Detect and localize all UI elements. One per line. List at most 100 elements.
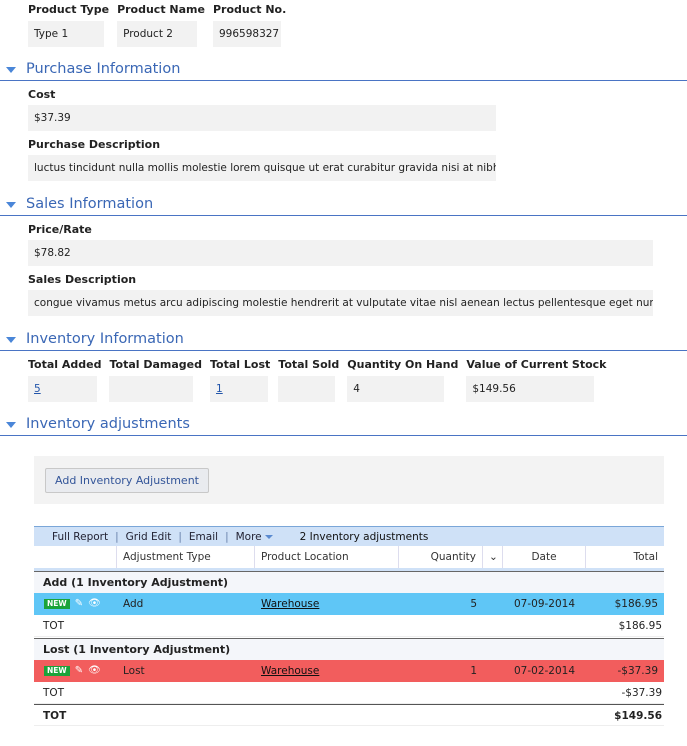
row-total: $186.95 xyxy=(614,598,658,610)
row-date: 07-02-2014 xyxy=(513,665,576,677)
grand-total-value: $149.56 xyxy=(614,710,662,722)
add-adjustment-panel: Add Inventory Adjustment xyxy=(34,456,664,504)
purchase-section-header[interactable]: Purchase Information xyxy=(0,61,687,81)
row-total: -$37.39 xyxy=(617,665,658,677)
group-total-row: TOT $186.95 xyxy=(34,615,664,637)
product-type-field: Product Type Type 1 xyxy=(28,3,109,47)
total-damaged-field: Total Damaged xyxy=(109,358,202,402)
quantity-on-hand-value: 4 xyxy=(347,376,445,402)
product-no-value: 996598327 xyxy=(212,21,281,47)
sales-description-value: congue vivamus metus arcu adipiscing mol… xyxy=(28,290,653,316)
purchase-description-label: Purchase Description xyxy=(28,138,161,151)
header-date[interactable]: Date xyxy=(503,546,586,568)
adjustment-count: 2 Inventory adjustments xyxy=(299,530,429,543)
stock-value-field: Value of Current Stock $149.56 xyxy=(466,358,606,402)
collapse-triangle-icon[interactable] xyxy=(6,422,16,428)
sort-chevron-down-icon[interactable]: ⌄ xyxy=(483,546,503,568)
edit-pencil-icon[interactable]: ✎ xyxy=(75,660,83,682)
table-row[interactable]: NEW ✎ 👁 Lost Warehouse 1 07-02-2014 -$37.3… xyxy=(34,660,664,682)
header-adjustment-type[interactable]: Adjustment Type xyxy=(117,546,255,568)
total-lost-label: Total Lost xyxy=(210,358,271,371)
header-quantity[interactable]: Quantity xyxy=(399,546,483,568)
grid-header: Adjustment Type Product Location Quantit… xyxy=(34,546,664,571)
group-total-value: $186.95 xyxy=(618,620,662,632)
adjustments-grid: Full Report | Grid Edit | Email | More 2… xyxy=(34,526,664,726)
row-date: 07-09-2014 xyxy=(513,598,576,610)
group-total-label: TOT xyxy=(43,687,65,699)
sales-section-header[interactable]: Sales Information xyxy=(0,196,687,216)
adjustments-section-header[interactable]: Inventory adjustments xyxy=(0,416,687,436)
total-sold-label: Total Sold xyxy=(278,358,340,371)
row-spacer xyxy=(483,660,503,682)
stock-value-value: $149.56 xyxy=(466,376,595,402)
total-damaged-value xyxy=(109,376,194,402)
row-adjustment-type: Lost xyxy=(123,665,145,677)
more-label: More xyxy=(235,530,262,543)
product-name-label: Product Name xyxy=(117,3,205,16)
view-eye-icon[interactable]: 👁 xyxy=(88,593,101,615)
product-no-label: Product No. xyxy=(212,3,287,16)
cost-value: $37.39 xyxy=(28,105,496,131)
group-header-add: Add (1 Inventory Adjustment) xyxy=(34,571,664,593)
product-no-field: Product No. 996598327 xyxy=(212,3,287,47)
group-total-label: TOT xyxy=(43,620,65,632)
row-location-link[interactable]: Warehouse xyxy=(261,598,319,610)
row-actions: NEW ✎ 👁 xyxy=(34,593,117,615)
product-name-field: Product Name Product 2 xyxy=(117,3,205,47)
grid-edit-link[interactable]: Grid Edit xyxy=(119,531,179,543)
product-name-value: Product 2 xyxy=(117,21,198,47)
quantity-on-hand-field: Quantity On Hand 4 xyxy=(347,358,458,402)
edit-pencil-icon[interactable]: ✎ xyxy=(75,593,83,615)
total-added-label: Total Added xyxy=(28,358,102,371)
purchase-section-title: Purchase Information xyxy=(26,61,181,77)
collapse-triangle-icon[interactable] xyxy=(6,202,16,208)
grand-total-row: TOT $149.56 xyxy=(34,704,664,726)
email-link[interactable]: Email xyxy=(182,531,225,543)
table-row[interactable]: NEW ✎ 👁 Add Warehouse 5 07-09-2014 $186.95 xyxy=(34,593,664,615)
row-quantity: 5 xyxy=(470,598,477,610)
inventory-section-header[interactable]: Inventory Information xyxy=(0,331,687,351)
total-sold-value xyxy=(278,376,336,402)
total-added-field: Total Added 5 xyxy=(28,358,101,402)
more-menu[interactable]: More xyxy=(229,531,280,543)
total-added-link[interactable]: 5 xyxy=(34,383,41,395)
sales-section-title: Sales Information xyxy=(26,196,154,212)
row-spacer xyxy=(483,593,503,615)
header-product-location[interactable]: Product Location xyxy=(255,546,399,568)
sales-description-label: Sales Description xyxy=(28,273,137,286)
group-header-lost: Lost (1 Inventory Adjustment) xyxy=(34,638,664,660)
row-actions: NEW ✎ 👁 xyxy=(34,660,117,682)
row-adjustment-type: Add xyxy=(123,598,144,610)
product-type-value: Type 1 xyxy=(28,21,104,47)
header-total[interactable]: Total xyxy=(586,546,664,568)
row-location-link[interactable]: Warehouse xyxy=(261,665,319,677)
purchase-description-value: luctus tincidunt nulla mollis molestie l… xyxy=(28,155,496,181)
product-type-label: Product Type xyxy=(28,3,110,16)
collapse-triangle-icon[interactable] xyxy=(6,67,16,73)
grid-toolbar: Full Report | Grid Edit | Email | More 2… xyxy=(34,526,664,546)
total-sold-field: Total Sold xyxy=(278,358,339,402)
product-header-fields: Product Type Type 1 Product Name Product… xyxy=(28,3,286,47)
add-inventory-adjustment-button[interactable]: Add Inventory Adjustment xyxy=(45,468,209,493)
grand-total-label: TOT xyxy=(43,710,67,722)
total-lost-link[interactable]: 1 xyxy=(216,383,223,395)
stock-value-label: Value of Current Stock xyxy=(466,358,607,371)
new-badge: NEW xyxy=(44,666,70,676)
collapse-triangle-icon[interactable] xyxy=(6,337,16,343)
new-badge: NEW xyxy=(44,599,70,609)
cost-label: Cost xyxy=(28,88,56,101)
price-label: Price/Rate xyxy=(28,223,92,236)
group-total-row: TOT -$37.39 xyxy=(34,682,664,704)
price-value: $78.82 xyxy=(28,240,653,266)
inventory-section-title: Inventory Information xyxy=(26,331,184,347)
adjustments-section-title: Inventory adjustments xyxy=(26,416,190,432)
header-actions-col xyxy=(34,546,117,568)
quantity-on-hand-label: Quantity On Hand xyxy=(347,358,459,371)
view-eye-icon[interactable]: 👁 xyxy=(88,660,101,682)
group-total-value: -$37.39 xyxy=(621,687,662,699)
chevron-down-icon xyxy=(264,534,273,539)
total-lost-field: Total Lost 1 xyxy=(210,358,270,402)
total-damaged-label: Total Damaged xyxy=(109,358,203,371)
row-quantity: 1 xyxy=(470,665,477,677)
full-report-link[interactable]: Full Report xyxy=(34,531,115,543)
